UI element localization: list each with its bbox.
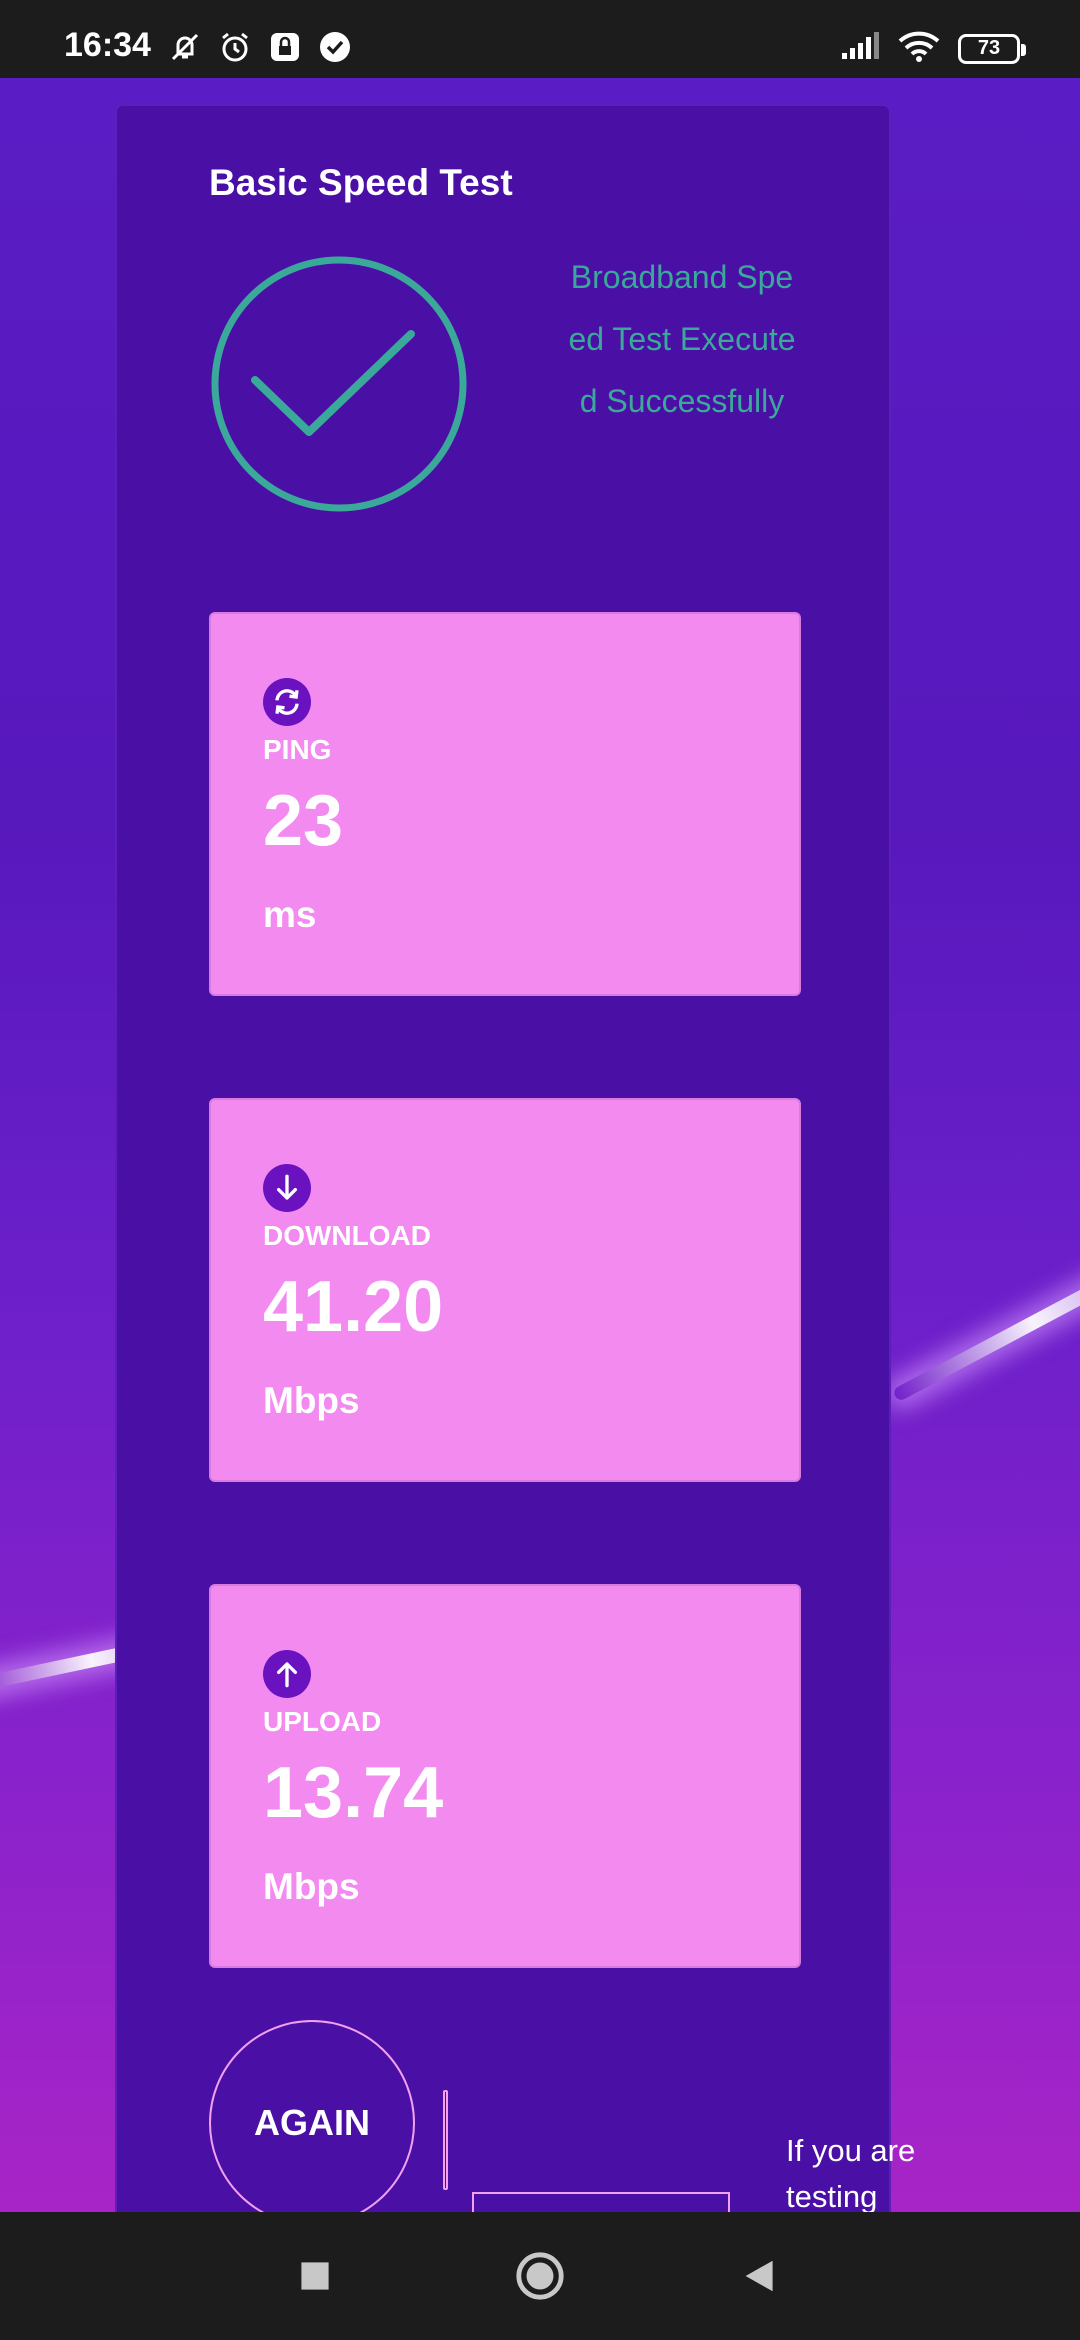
download-card: DOWNLOAD 41.20 Mbps [209,1098,801,1482]
check-badge-icon [318,30,352,64]
download-value: 41.20 [263,1267,444,1347]
arrow-down-icon [263,1164,311,1212]
upload-card: UPLOAD 13.74 Mbps [209,1584,801,1968]
back-button[interactable] [700,2212,820,2340]
back-triangle-icon [745,2260,773,2292]
battery-level: 73 [977,37,1001,59]
status-bar: 16:34 73 [0,0,1080,78]
wifi-icon [898,30,940,67]
ping-value: 23 [263,781,344,861]
ping-label: PING [263,734,332,765]
again-button[interactable]: AGAIN [209,2020,415,2226]
hint-text: If you are testing [786,2133,916,2214]
alarm-icon [218,30,252,64]
mute-icon [168,30,202,64]
signal-icon [840,31,880,66]
status-right: 73 [840,30,1026,67]
speed-test-panel: Basic Speed Test Broadband Speed Test Ex… [115,104,891,2252]
circle-icon [516,2252,564,2300]
square-icon [301,2262,329,2290]
status-message: Broadband Speed Test Executed Successful… [568,259,796,419]
download-unit: Mbps [263,1380,360,1421]
recent-apps-button[interactable] [255,2212,375,2340]
ping-unit: ms [263,894,317,935]
ping-card: PING 23 ms [209,612,801,996]
status-icons-left [168,30,352,64]
upload-unit: Mbps [263,1866,360,1907]
vertical-divider [443,2090,448,2190]
refresh-icon [263,678,311,726]
arrow-up-icon [263,1650,311,1698]
home-button[interactable] [480,2212,600,2340]
nav-bar [0,2212,1080,2340]
download-label: DOWNLOAD [263,1220,431,1251]
success-check-icon [211,256,467,512]
page-title: Basic Speed Test [209,162,513,203]
upload-label: UPLOAD [263,1706,382,1737]
screen: 16:34 73 Basic Speed Test Broadband Spee… [0,0,1080,2340]
battery-icon: 73 [958,33,1026,64]
light-streak-right [891,1267,1080,1403]
status-time: 16:34 [64,26,151,64]
upload-value: 13.74 [263,1753,444,1833]
lock-screen-icon [268,30,302,64]
